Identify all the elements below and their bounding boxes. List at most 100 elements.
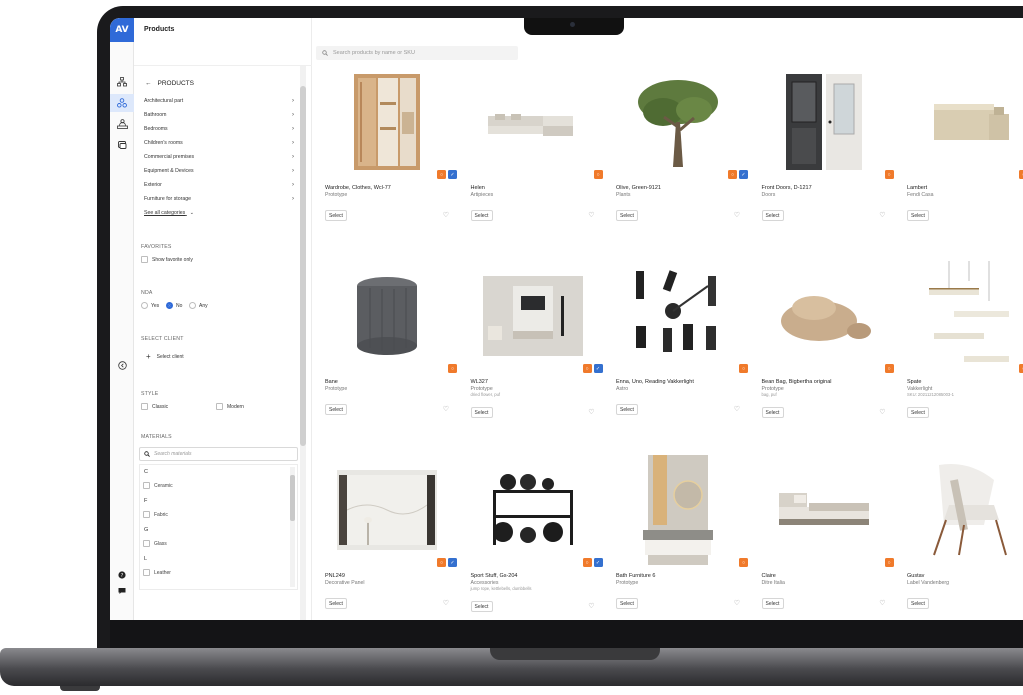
product-card[interactable]: ○ ✓ WL327 Prototype dried flower, puf Sel… bbox=[463, 260, 603, 450]
favorites-heading: FAVORITES bbox=[141, 244, 172, 250]
select-button[interactable]: Select bbox=[616, 598, 638, 609]
nda-radio-yes[interactable]: Yes bbox=[141, 302, 159, 309]
product-image[interactable] bbox=[468, 260, 598, 372]
style-classic-checkbox[interactable]: Classic bbox=[141, 403, 168, 410]
select-button[interactable]: Select bbox=[907, 210, 929, 221]
product-image[interactable] bbox=[322, 260, 452, 372]
nda-radio-no[interactable]: No bbox=[166, 302, 182, 309]
panel-scroll-thumb[interactable] bbox=[300, 86, 306, 446]
favorite-heart-icon[interactable]: ♡ bbox=[879, 599, 885, 607]
favorite-heart-icon[interactable]: ♡ bbox=[879, 211, 885, 219]
product-image[interactable] bbox=[468, 454, 598, 566]
back-to-products[interactable]: ← PRODUCTS bbox=[145, 80, 194, 87]
product-image[interactable] bbox=[759, 66, 889, 178]
help-icon[interactable]: ? bbox=[110, 571, 134, 579]
product-image[interactable] bbox=[904, 260, 1023, 372]
product-image[interactable] bbox=[322, 66, 452, 178]
product-card[interactable]: ○ Bane Prototype Select ♡ bbox=[317, 260, 457, 450]
see-all-categories-link[interactable]: See all categories ⌄ bbox=[144, 210, 194, 216]
chat-icon[interactable] bbox=[110, 587, 134, 595]
product-image[interactable] bbox=[904, 454, 1023, 566]
favorite-heart-icon[interactable]: ♡ bbox=[443, 599, 449, 607]
select-button[interactable]: Select bbox=[325, 598, 347, 609]
clients-icon[interactable] bbox=[110, 115, 134, 133]
product-image[interactable] bbox=[468, 66, 598, 178]
product-card[interactable]: ○ Claire Ditre Italia Select ♡ bbox=[754, 454, 894, 620]
product-name: WL327 bbox=[470, 379, 488, 385]
product-card[interactable]: ○ Enna, Uno, Reading Vakkerlight Astro S… bbox=[608, 260, 748, 450]
product-image[interactable] bbox=[613, 66, 743, 178]
select-button[interactable]: Select bbox=[470, 601, 493, 612]
category-item[interactable]: Bedrooms › bbox=[144, 126, 294, 132]
select-button[interactable]: Select bbox=[470, 407, 493, 418]
products-icon[interactable] bbox=[110, 94, 134, 112]
material-glass-checkbox[interactable]: Glass bbox=[143, 540, 167, 547]
category-item[interactable]: Bathroom › bbox=[144, 112, 294, 118]
app-logo[interactable]: AV bbox=[110, 18, 134, 42]
select-button[interactable]: Select bbox=[616, 404, 638, 415]
product-card[interactable]: ○ ✓ Sport Stuff, Gs-204 Accessories jump … bbox=[463, 454, 603, 620]
favorite-heart-icon[interactable]: ♡ bbox=[588, 408, 594, 416]
material-fabric-checkbox[interactable]: Fabric bbox=[143, 511, 168, 518]
select-button[interactable]: Select bbox=[616, 210, 638, 221]
select-button[interactable]: Select bbox=[470, 210, 493, 221]
select-button[interactable]: Select bbox=[761, 407, 784, 418]
show-favorite-checkbox[interactable]: Show favorite only bbox=[141, 256, 193, 263]
product-search-input[interactable]: Search products by name or SKU bbox=[316, 46, 518, 60]
product-brand: Artipieces bbox=[470, 192, 494, 198]
favorite-heart-icon[interactable]: ♡ bbox=[734, 405, 740, 413]
select-client-heading: SELECT CLIENT bbox=[141, 336, 184, 342]
product-image[interactable] bbox=[759, 260, 889, 372]
product-card[interactable]: ○ Helen Artipieces Select ♡ bbox=[463, 66, 603, 256]
style-modern-checkbox[interactable]: Modern bbox=[216, 403, 244, 410]
select-button[interactable]: Select bbox=[907, 598, 929, 609]
product-card[interactable]: ○ ✓ PNL249 Decorative Panel Select ♡ bbox=[317, 454, 457, 620]
category-item[interactable]: Furniture for storage › bbox=[144, 196, 294, 202]
select-button[interactable]: Select bbox=[325, 404, 347, 415]
product-card[interactable]: ○ Front Doors, D-1217 Doors Select ♡ bbox=[754, 66, 894, 256]
material-ceramic-checkbox[interactable]: Ceramic bbox=[143, 482, 173, 489]
material-leather-checkbox[interactable]: Leather bbox=[143, 569, 171, 576]
product-card[interactable]: ○✓ Lambert Fendi Casa Select ♡ bbox=[899, 66, 1023, 256]
product-card[interactable]: ○ Bath Furniture 6 Prototype Select ♡ bbox=[608, 454, 748, 620]
product-image[interactable] bbox=[322, 454, 452, 566]
product-card[interactable]: ○ ✓ Wardrobe, Clothes, Wcl-77 Prototype S… bbox=[317, 66, 457, 256]
source-badge-blue-icon: ✓ bbox=[593, 364, 603, 373]
panel-scrollbar[interactable] bbox=[300, 66, 306, 620]
product-card[interactable]: ○ Bean Bag, Bigbertha original Prototype… bbox=[754, 260, 894, 450]
collapse-icon[interactable] bbox=[110, 361, 134, 370]
product-card[interactable]: ○ ✓ Olive, Green-9121 Plants Select ♡ bbox=[608, 66, 748, 256]
category-item[interactable]: Children's rooms › bbox=[144, 140, 294, 146]
product-image[interactable] bbox=[613, 260, 743, 372]
nda-radio-any[interactable]: Any bbox=[189, 302, 208, 309]
favorite-heart-icon[interactable]: ♡ bbox=[588, 211, 594, 219]
gallery-icon[interactable] bbox=[110, 136, 134, 154]
favorite-heart-icon[interactable]: ♡ bbox=[734, 211, 740, 219]
product-image[interactable] bbox=[613, 454, 743, 566]
select-button[interactable]: Select bbox=[325, 210, 347, 221]
product-name: Enna, Uno, Reading Vakkerlight bbox=[616, 379, 694, 385]
product-card[interactable]: ○✓ Spate Vakkerlight SKU: 20211212085003… bbox=[899, 260, 1023, 450]
select-client-button[interactable]: + Select client bbox=[146, 352, 184, 361]
favorite-heart-icon[interactable]: ♡ bbox=[443, 405, 449, 413]
category-item[interactable]: Exterior › bbox=[144, 182, 294, 188]
category-item[interactable]: Architectural part › bbox=[144, 98, 294, 104]
product-image[interactable] bbox=[759, 454, 889, 566]
materials-scrollbar[interactable] bbox=[290, 467, 295, 587]
favorite-heart-icon[interactable]: ♡ bbox=[734, 599, 740, 607]
product-brand: Fendi Casa bbox=[907, 192, 934, 198]
select-button[interactable]: Select bbox=[907, 407, 929, 418]
favorite-heart-icon[interactable]: ♡ bbox=[443, 211, 449, 219]
app-screen: AV ? Products ← PRODUCTS Architectural p… bbox=[110, 18, 1023, 620]
favorite-heart-icon[interactable]: ♡ bbox=[588, 602, 594, 610]
hierarchy-icon[interactable] bbox=[110, 73, 134, 91]
product-image[interactable] bbox=[904, 66, 1023, 178]
materials-search-input[interactable]: Search materials bbox=[139, 447, 298, 461]
favorite-heart-icon[interactable]: ♡ bbox=[879, 408, 885, 416]
category-item[interactable]: Commercial premises › bbox=[144, 154, 294, 160]
product-card[interactable]: ✓ Gustav Label Vandenberg Select ♡ bbox=[899, 454, 1023, 620]
select-button[interactable]: Select bbox=[761, 210, 784, 221]
category-item[interactable]: Equipment & Devices › bbox=[144, 168, 294, 174]
select-button[interactable]: Select bbox=[761, 598, 784, 609]
materials-group-letter: L bbox=[144, 556, 148, 562]
